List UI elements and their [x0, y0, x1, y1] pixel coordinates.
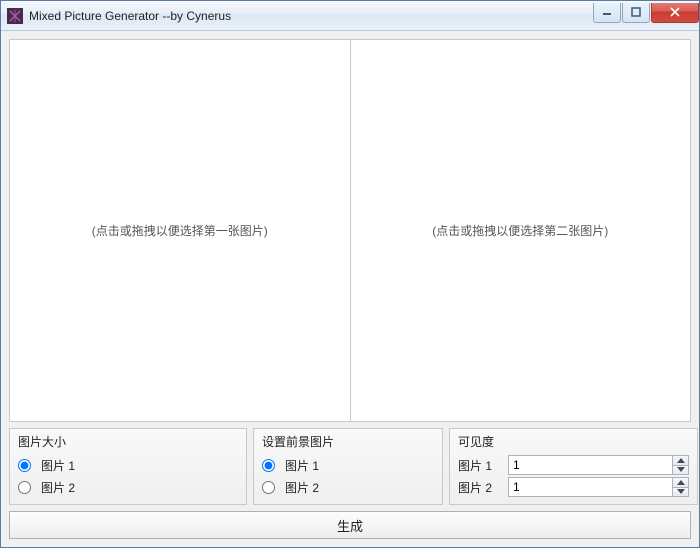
size-radio-1-label: 图片 1	[41, 457, 75, 474]
settings-row: 图片大小 图片 1 图片 2 设置前景图片 图片 1 图片	[9, 428, 691, 505]
visibility-1-up-button[interactable]	[673, 456, 688, 466]
app-icon	[7, 8, 23, 24]
image-dropzone-1-hint: (点击或拖拽以便选择第一张图片)	[92, 222, 268, 239]
visibility-spinner-1-arrows	[672, 456, 688, 474]
image-dropzone-1[interactable]: (点击或拖拽以便选择第一张图片)	[10, 40, 350, 421]
foreground-radio-1[interactable]	[262, 459, 275, 472]
group-foreground: 设置前景图片 图片 1 图片 2	[253, 428, 443, 505]
visibility-label-1: 图片 1	[458, 457, 502, 474]
client-area: (点击或拖拽以便选择第一张图片) (点击或拖拽以便选择第二张图片) 图片大小 图…	[1, 31, 699, 547]
close-button[interactable]	[651, 3, 699, 23]
generate-button-label: 生成	[337, 516, 363, 535]
foreground-option-2[interactable]: 图片 2	[262, 476, 434, 498]
visibility-spinner-2	[508, 477, 689, 497]
size-option-1[interactable]: 图片 1	[18, 454, 238, 476]
close-icon	[669, 7, 681, 17]
titlebar[interactable]: Mixed Picture Generator --by Cynerus	[1, 1, 699, 31]
window-title: Mixed Picture Generator --by Cynerus	[29, 9, 231, 23]
visibility-spinner-1	[508, 455, 689, 475]
image-dropzone-2-hint: (点击或拖拽以便选择第二张图片)	[432, 222, 608, 239]
visibility-1-down-button[interactable]	[673, 466, 688, 475]
group-foreground-title: 设置前景图片	[262, 433, 434, 450]
foreground-radio-1-label: 图片 1	[285, 457, 319, 474]
size-radio-1[interactable]	[18, 459, 31, 472]
maximize-button[interactable]	[622, 3, 650, 23]
minimize-icon	[602, 7, 612, 17]
foreground-radio-2[interactable]	[262, 481, 275, 494]
visibility-input-1[interactable]	[509, 456, 672, 474]
app-window: Mixed Picture Generator --by Cynerus (点击…	[0, 0, 700, 548]
size-radio-2[interactable]	[18, 481, 31, 494]
size-radio-2-label: 图片 2	[41, 479, 75, 496]
group-image-size: 图片大小 图片 1 图片 2	[9, 428, 247, 505]
group-visibility-title: 可见度	[458, 433, 689, 450]
visibility-row-1: 图片 1	[458, 454, 689, 476]
chevron-down-icon	[677, 489, 685, 494]
image-drop-panel: (点击或拖拽以便选择第一张图片) (点击或拖拽以便选择第二张图片)	[9, 39, 691, 422]
foreground-radio-2-label: 图片 2	[285, 479, 319, 496]
size-option-2[interactable]: 图片 2	[18, 476, 238, 498]
group-visibility: 可见度 图片 1	[449, 428, 698, 505]
group-image-size-title: 图片大小	[18, 433, 238, 450]
chevron-up-icon	[677, 480, 685, 485]
visibility-input-2[interactable]	[509, 478, 672, 496]
visibility-2-up-button[interactable]	[673, 478, 688, 488]
maximize-icon	[631, 7, 641, 17]
minimize-button[interactable]	[593, 3, 621, 23]
window-controls	[592, 3, 699, 23]
visibility-label-2: 图片 2	[458, 479, 502, 496]
foreground-option-1[interactable]: 图片 1	[262, 454, 434, 476]
visibility-row-2: 图片 2	[458, 476, 689, 498]
chevron-down-icon	[677, 467, 685, 472]
generate-button[interactable]: 生成	[9, 511, 691, 539]
visibility-2-down-button[interactable]	[673, 488, 688, 497]
chevron-up-icon	[677, 458, 685, 463]
visibility-spinner-2-arrows	[672, 478, 688, 496]
image-dropzone-2[interactable]: (点击或拖拽以便选择第二张图片)	[351, 40, 691, 421]
